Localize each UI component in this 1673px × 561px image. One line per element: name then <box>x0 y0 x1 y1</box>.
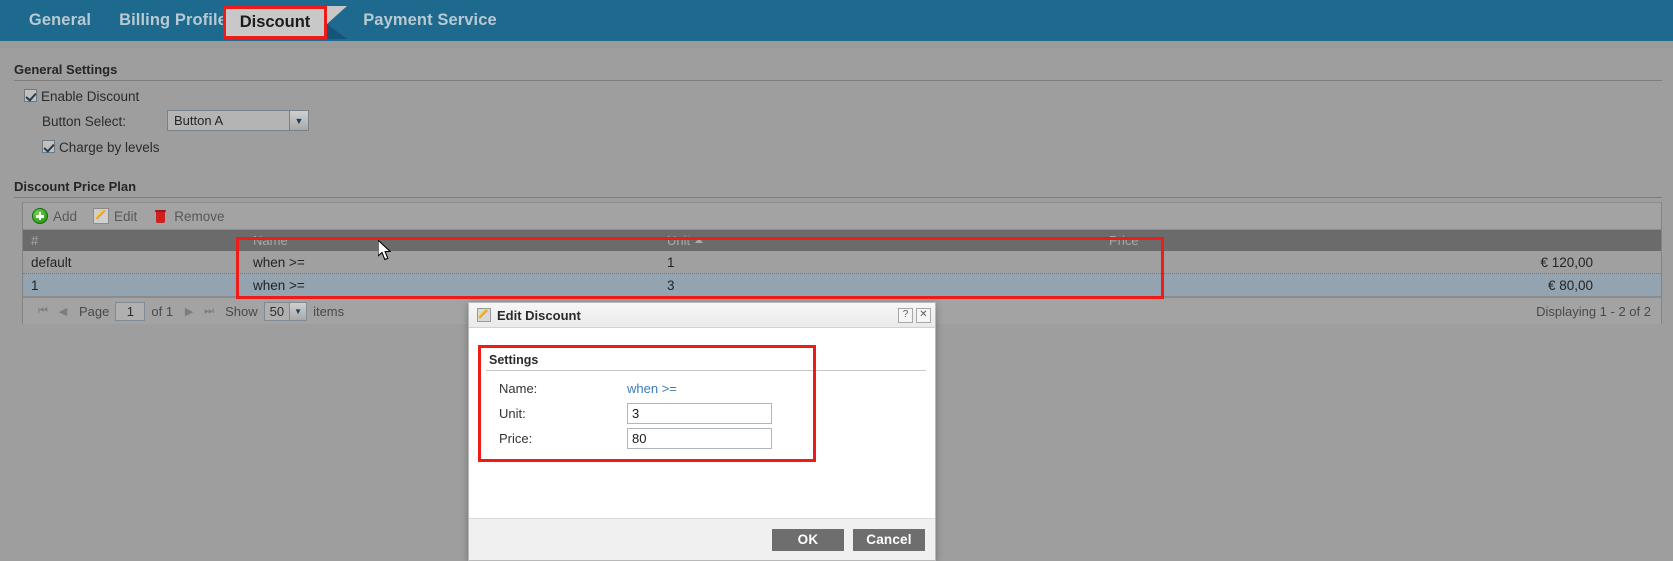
column-header-price-label: Price <box>1109 233 1139 248</box>
tab-general-label: General <box>29 11 91 30</box>
discount-price-plan-divider <box>14 197 1662 198</box>
tab-bar: General Billing Profile Discount Payment… <box>0 0 1673 41</box>
settings-legend: Settings <box>489 353 538 367</box>
field-row-name: Name: when >= <box>481 376 813 401</box>
page-size-value: 50 <box>265 304 289 319</box>
edit-discount-dialog: Edit Discount ? ✕ Settings Name: when >=… <box>468 302 936 561</box>
plus-circle-icon <box>32 208 48 224</box>
cell-name: when >= <box>245 278 659 293</box>
grid-header-row: # Name Unit Price <box>23 230 1661 251</box>
items-label: items <box>313 304 344 319</box>
page-size-dropdown[interactable]: 50 ▼ <box>264 302 307 321</box>
column-header-name-label: Name <box>253 233 288 248</box>
tab-discount-label: Discount <box>240 13 311 32</box>
first-page-icon[interactable]: ⏮ <box>33 302 53 320</box>
column-header-num[interactable]: # <box>23 233 245 248</box>
dialog-tool-buttons: ? ✕ <box>898 308 931 323</box>
price-input[interactable] <box>627 428 772 449</box>
discount-price-plan-heading: Discount Price Plan <box>14 179 136 194</box>
page-count-label: of 1 <box>151 304 173 319</box>
general-settings-heading: General Settings <box>14 62 117 77</box>
tab-discount[interactable]: Discount <box>223 6 327 39</box>
cell-num: default <box>23 255 245 270</box>
edit-button[interactable]: Edit <box>93 208 137 224</box>
chevron-down-icon: ▼ <box>289 111 308 130</box>
next-page-icon[interactable]: ▶ <box>179 302 199 320</box>
page-number-input[interactable] <box>115 302 145 321</box>
unit-input[interactable] <box>627 403 772 424</box>
charge-by-levels-checkbox[interactable] <box>42 140 55 153</box>
settings-fieldset: Settings Name: when >= Unit: Price: <box>478 345 816 462</box>
cell-unit: 3 <box>659 278 1101 293</box>
cell-unit: 1 <box>659 255 1101 270</box>
price-field-label: Price: <box>481 431 627 446</box>
cancel-button[interactable]: Cancel <box>853 529 925 551</box>
page-label: Page <box>79 304 109 319</box>
chevron-down-icon: ▼ <box>289 303 306 320</box>
cell-price: € 120,00 <box>1101 255 1601 270</box>
table-row[interactable]: 1 when >= 3 € 80,00 <box>23 274 1661 297</box>
cell-price: € 80,00 <box>1101 278 1601 293</box>
dialog-body: Settings Name: when >= Unit: Price: <box>469 328 935 518</box>
tab-billing-profile-label: Billing Profile <box>119 11 227 30</box>
discount-settings-page: General Billing Profile Discount Payment… <box>0 0 1673 561</box>
prev-page-icon[interactable]: ◀ <box>53 302 73 320</box>
remove-button-label: Remove <box>174 209 224 224</box>
tab-bar-shadow <box>0 41 1673 48</box>
ok-button[interactable]: OK <box>772 529 844 551</box>
button-select-dropdown[interactable]: Button A ▼ <box>167 110 309 131</box>
show-label: Show <box>225 304 258 319</box>
trash-icon <box>153 208 169 224</box>
pencil-icon <box>477 308 491 322</box>
charge-by-levels-label: Charge by levels <box>59 140 160 155</box>
tab-general[interactable]: General <box>14 0 106 41</box>
field-row-unit: Unit: <box>481 401 813 426</box>
add-button-label: Add <box>53 209 77 224</box>
cell-num: 1 <box>23 278 245 293</box>
dialog-title: Edit Discount <box>497 308 581 323</box>
close-icon[interactable]: ✕ <box>916 308 931 323</box>
column-header-unit[interactable]: Unit <box>659 233 1101 248</box>
table-row[interactable]: default when >= 1 € 120,00 <box>23 251 1661 274</box>
cell-name: when >= <box>245 255 659 270</box>
button-select-label: Button Select: <box>42 114 126 129</box>
column-header-unit-label: Unit <box>667 233 690 248</box>
remove-button[interactable]: Remove <box>153 208 224 224</box>
dialog-footer: OK Cancel <box>469 518 935 560</box>
enable-discount-label: Enable Discount <box>41 89 139 104</box>
column-header-name[interactable]: Name <box>245 233 659 248</box>
field-row-price: Price: <box>481 426 813 451</box>
tab-payment-service-label: Payment Service <box>363 11 497 30</box>
name-field-label: Name: <box>481 381 627 396</box>
edit-button-label: Edit <box>114 209 137 224</box>
displaying-status: Displaying 1 - 2 of 2 <box>1536 304 1651 319</box>
tab-billing-profile[interactable]: Billing Profile <box>112 0 234 41</box>
general-settings-divider <box>14 80 1662 81</box>
column-header-price[interactable]: Price <box>1101 233 1601 248</box>
add-button[interactable]: Add <box>32 208 77 224</box>
sort-ascending-icon <box>695 238 703 243</box>
help-icon[interactable]: ? <box>898 308 913 323</box>
pencil-icon <box>93 208 109 224</box>
button-select-value: Button A <box>168 113 289 128</box>
unit-field-label: Unit: <box>481 406 627 421</box>
enable-discount-checkbox[interactable] <box>24 89 37 102</box>
tab-wedge-decoration <box>327 6 347 39</box>
grid-toolbar: Add Edit Remove <box>23 203 1661 230</box>
tab-payment-service[interactable]: Payment Service <box>350 0 510 41</box>
last-page-icon[interactable]: ⏭ <box>199 302 219 320</box>
column-header-num-label: # <box>31 233 38 248</box>
name-field-value: when >= <box>627 381 677 396</box>
dialog-title-bar[interactable]: Edit Discount ? ✕ <box>469 303 935 328</box>
